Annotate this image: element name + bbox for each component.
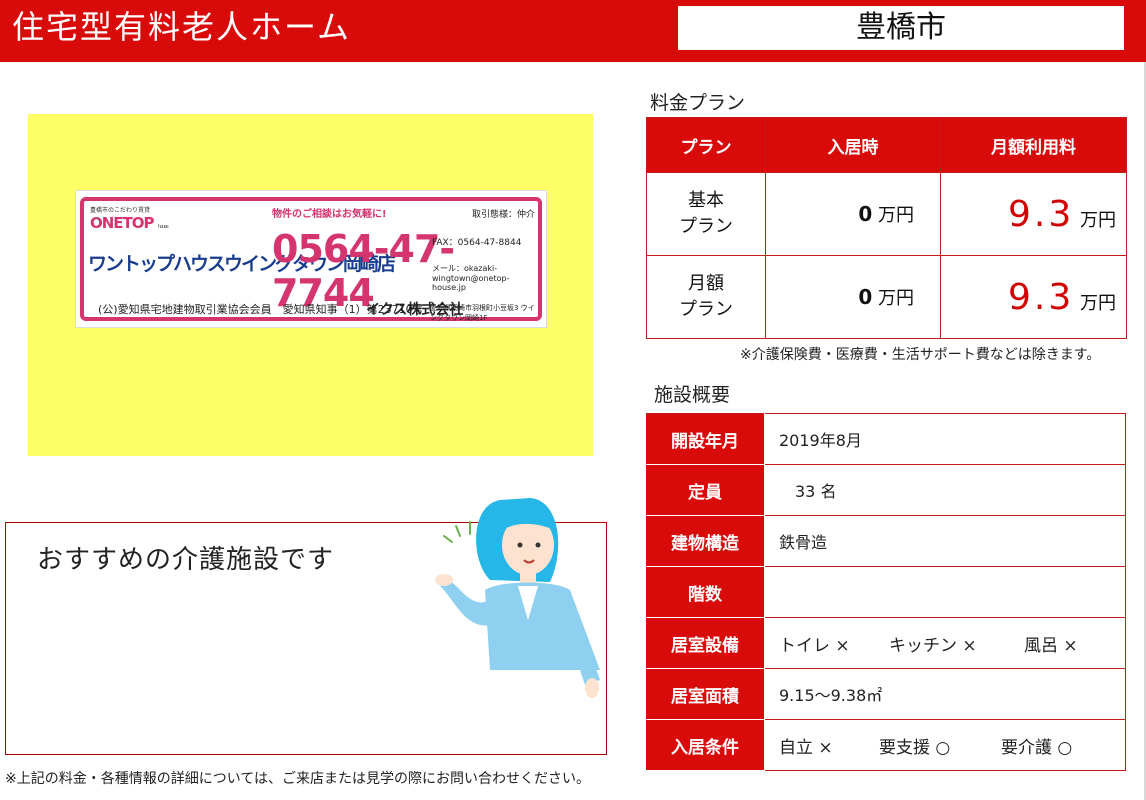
footnote: ※上記の料金・各種情報の詳細については、ご来店または見学の際にお問い合わせくださ… <box>5 771 591 787</box>
page-title: 住宅型有料老人ホーム <box>12 8 352 46</box>
facility-label: 定員 <box>646 464 765 516</box>
plan-line2: プラン <box>679 216 733 237</box>
move-in-value: 0 <box>858 202 873 226</box>
facility-row: 入居条件 自立 × 要支援 ○ 要介護 ○ <box>646 719 1126 771</box>
banner-frame: 豊橋市のこだわり賃貸 ONETOP house 物件のご相談はお気軽に! 取引態… <box>80 197 542 322</box>
banner-mail[interactable]: メール：okazaki-wingtown@onetop-house.jp <box>432 263 538 292</box>
monthly-unit: 万円 <box>1080 292 1116 314</box>
facility-label: 居室設備 <box>646 617 765 669</box>
plan-name: 基本 プラン <box>646 172 766 256</box>
cond-independent: 自立 × <box>779 737 833 758</box>
sparkle-icon <box>443 521 471 543</box>
banner-fax: FAX：0564-47-8844 <box>432 238 522 248</box>
plan-line1: 月額 <box>688 273 724 294</box>
plan-name: 月額 プラン <box>646 255 766 339</box>
facility-section-label: 施設概要 <box>654 384 731 406</box>
facility-value: 鉄骨造 <box>764 515 1126 567</box>
logo-text: ONETOP <box>90 214 155 232</box>
monthly-value: 9.3 <box>1008 193 1075 235</box>
facility-label: 建物構造 <box>646 515 765 567</box>
facility-label: 開設年月 <box>646 413 765 465</box>
facility-row: 階数 <box>646 566 1126 618</box>
agency-banner: 豊橋市のこだわり賃貸 ONETOP house 物件のご相談はお気軽に! 取引態… <box>75 190 547 328</box>
banner-deal-type: 取引態様：仲介 <box>472 210 536 220</box>
price-row-monthly: 月額プラン 0 万円 9.3 万円 <box>646 255 1127 339</box>
facility-row: 建物構造 鉄骨造 <box>646 515 1126 567</box>
facility-table: 開設年月 2019年8月 定員 33 名 建物構造 鉄骨造 階数 居室設備 トイレ … <box>646 413 1126 771</box>
facility-value: 自立 × 要支援 ○ 要介護 ○ <box>764 719 1126 771</box>
facility-value: トイレ × キッチン × 風呂 × <box>764 617 1126 669</box>
banner-address: 愛知県岡崎市羽根町小豆坂3 ウイングタウン岡崎1F <box>430 304 535 322</box>
facility-label: 階数 <box>646 566 765 618</box>
room-kitchen: キッチン × <box>889 635 977 656</box>
cond-support: 要支援 ○ <box>879 737 951 758</box>
recommend-text: おすすめの介護施設です <box>37 545 335 575</box>
onetop-logo: ONETOP house <box>90 214 169 232</box>
facility-label: 居室面積 <box>646 668 765 720</box>
facility-value: 33 名 <box>764 464 1126 516</box>
room-bath: 風呂 × <box>1024 635 1078 656</box>
facility-value <box>764 566 1126 618</box>
staff-illustration <box>435 498 600 698</box>
price-section-label: 料金プラン <box>650 92 746 114</box>
header-bar: 住宅型有料老人ホーム 豊橋市 <box>0 0 1146 62</box>
facility-row: 定員 33 名 <box>646 464 1126 516</box>
price-row-basic: 基本プラン 0 万円 9.3 万円 <box>646 172 1127 256</box>
room-toilet: トイレ × <box>779 635 850 656</box>
price-note: ※介護保険費・医療費・生活サポート費などは除きます。 <box>740 347 1101 363</box>
move-in-unit: 万円 <box>878 288 914 309</box>
monthly-fee: 9.3 万円 <box>940 255 1127 339</box>
facility-label: 入居条件 <box>646 719 765 771</box>
facility-value: 9.15～9.38㎡ <box>764 668 1126 720</box>
facility-row: 居室設備 トイレ × キッチン × 風呂 × <box>646 617 1126 669</box>
price-table: プラン 入居時 月額利用料 基本 プラン 0 万円 9.3 万円 月額 プラン 0 … <box>646 117 1127 339</box>
monthly-value: 9.3 <box>1008 276 1075 318</box>
banner-note: 物件のご相談はお気軽に! <box>272 209 387 220</box>
facility-value: 2019年8月 <box>764 413 1126 465</box>
col-header-monthly: 月額利用料 <box>940 117 1127 173</box>
move-in-fee: 0 万円 <box>765 255 941 339</box>
cond-care: 要介護 ○ <box>1001 737 1073 758</box>
plan-line2: プラン <box>679 299 733 320</box>
col-header-plan: プラン <box>646 117 766 173</box>
move-in-unit: 万円 <box>878 205 914 226</box>
city-label: 豊橋市 <box>678 6 1124 50</box>
logo-small-text: house <box>157 224 169 230</box>
price-header-row: プラン 入居時 月額利用料 <box>646 117 1127 173</box>
monthly-fee: 9.3 万円 <box>940 172 1127 256</box>
facility-row: 開設年月 2019年8月 <box>646 413 1126 465</box>
move-in-value: 0 <box>858 285 873 309</box>
facility-row: 居室面積 9.15～9.38㎡ <box>646 668 1126 720</box>
banner-tagline: 豊橋市のこだわり賃貸 <box>90 207 151 214</box>
move-in-fee: 0 万円 <box>765 172 941 256</box>
col-header-move-in: 入居時 <box>765 117 941 173</box>
plan-line1: 基本 <box>688 190 724 211</box>
monthly-unit: 万円 <box>1080 209 1116 231</box>
